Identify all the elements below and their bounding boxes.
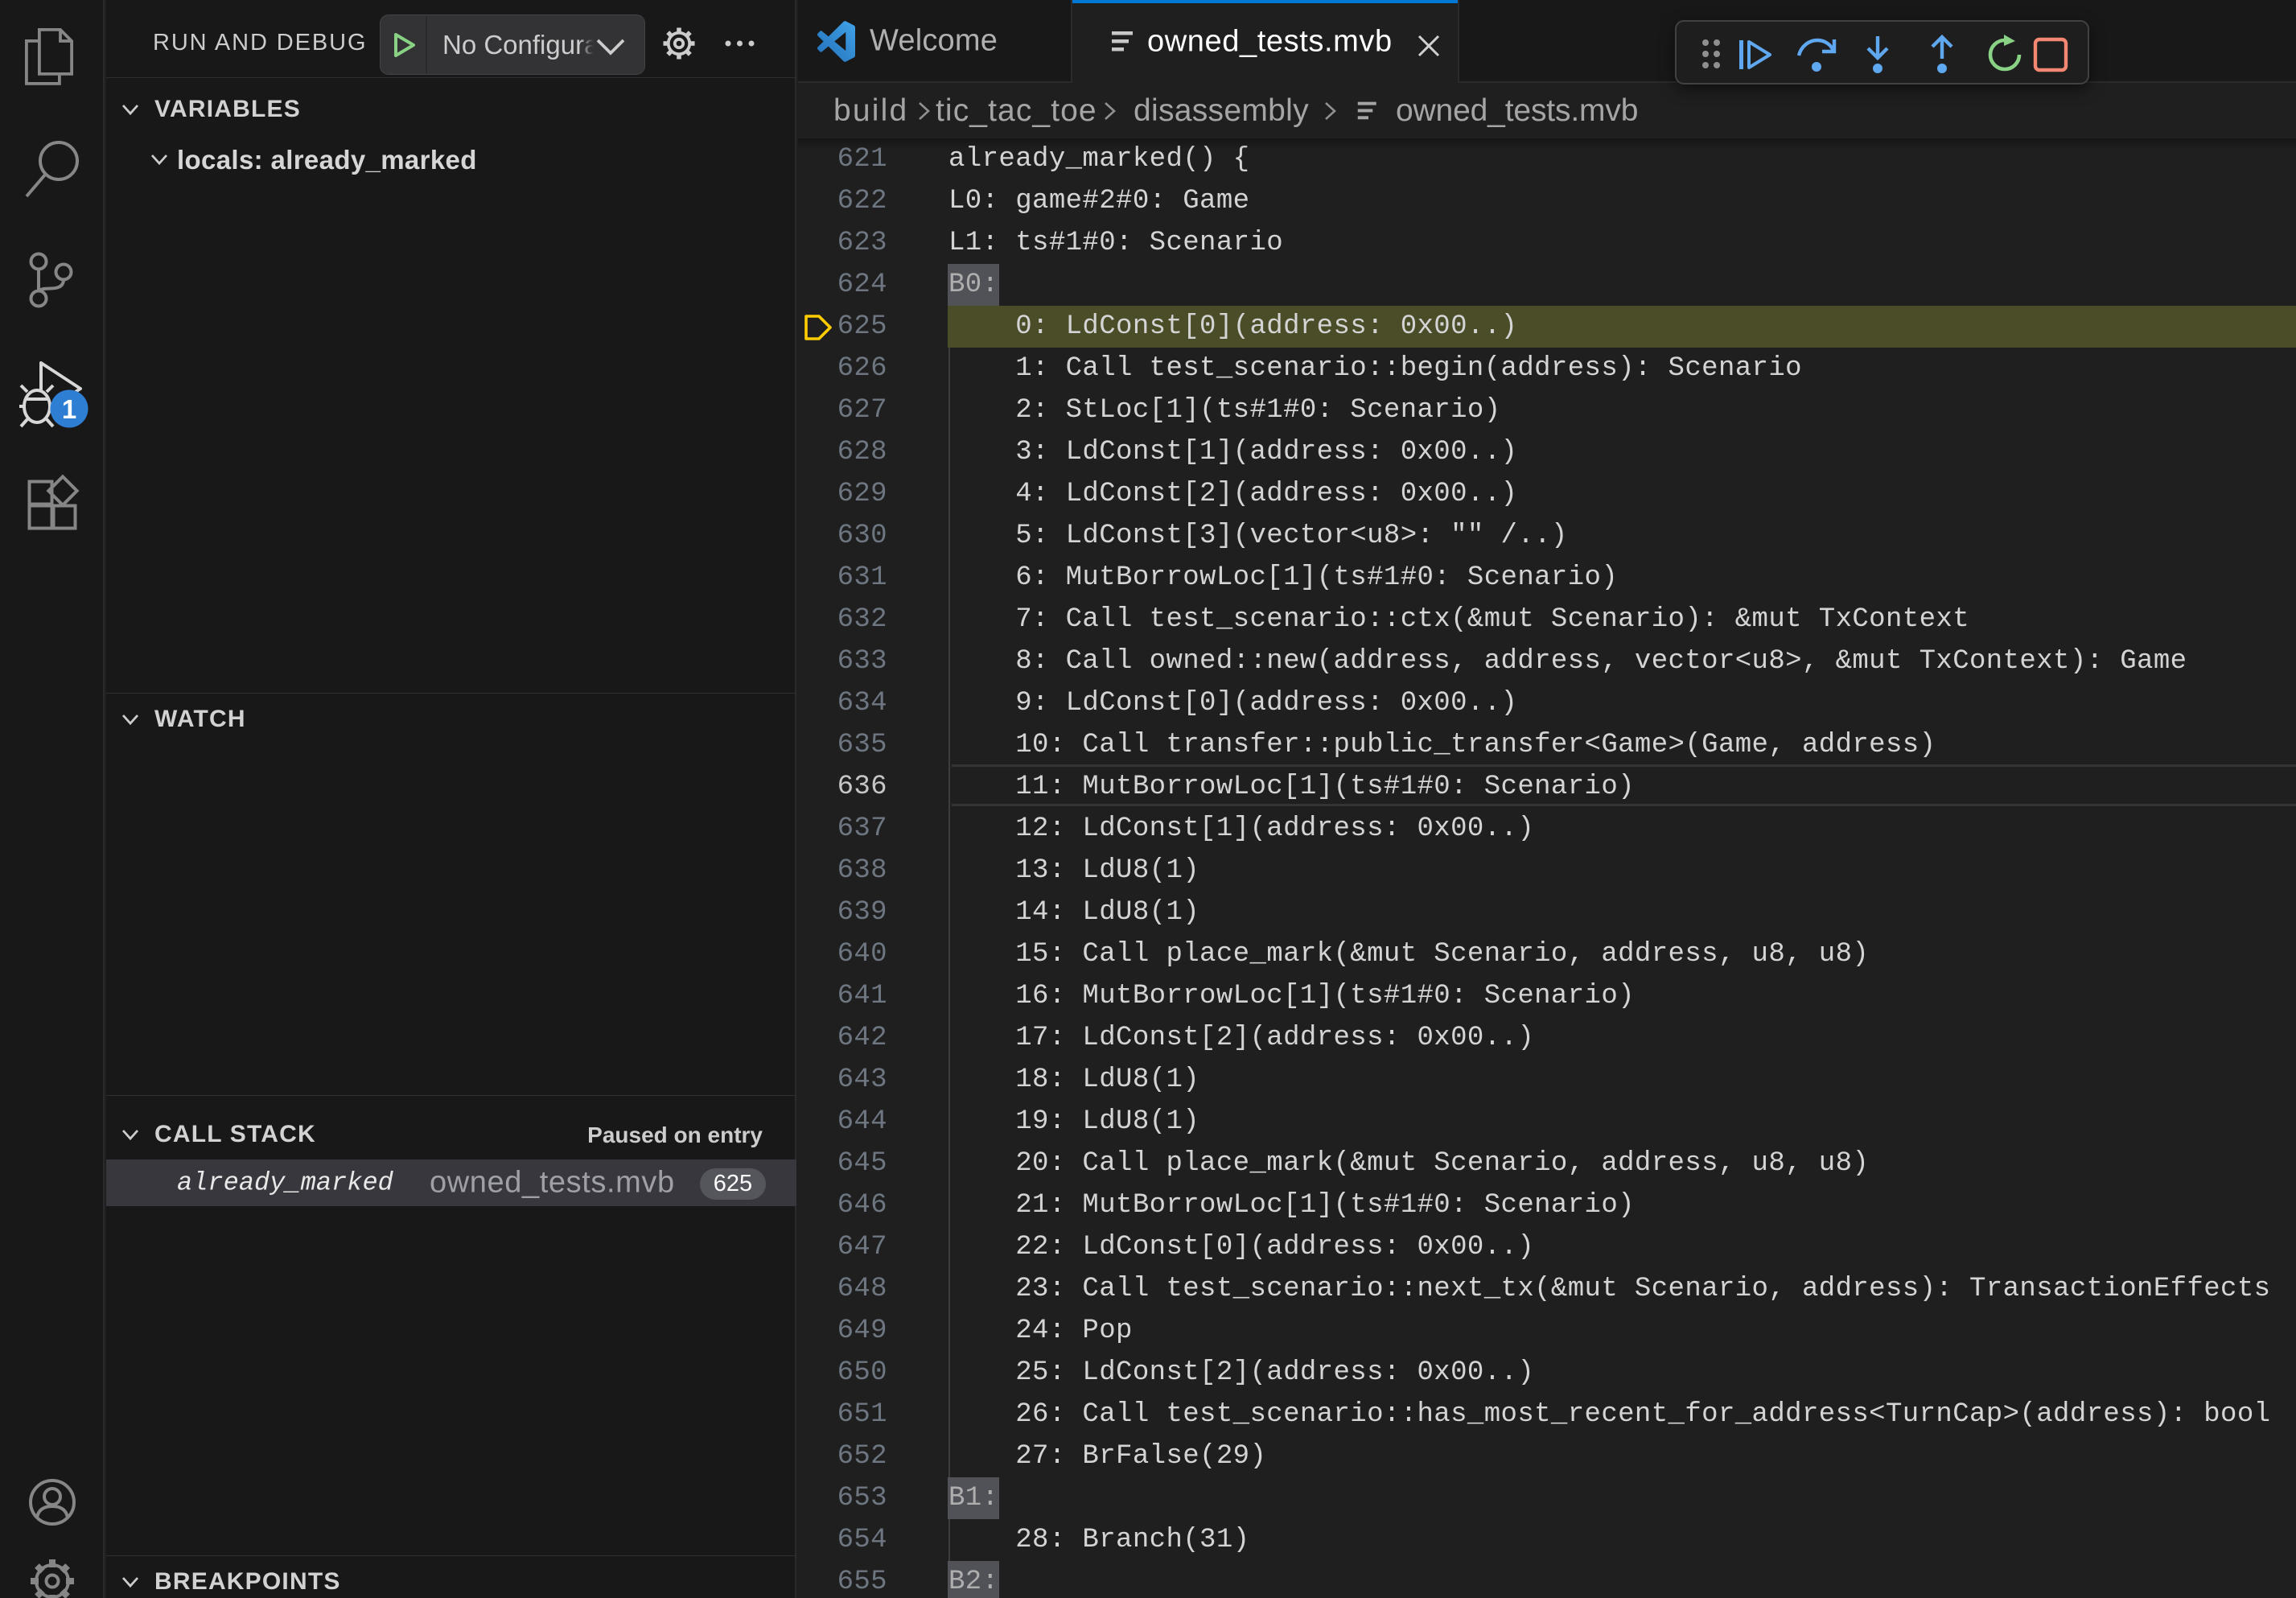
svg-text:1: 1 (62, 394, 76, 424)
